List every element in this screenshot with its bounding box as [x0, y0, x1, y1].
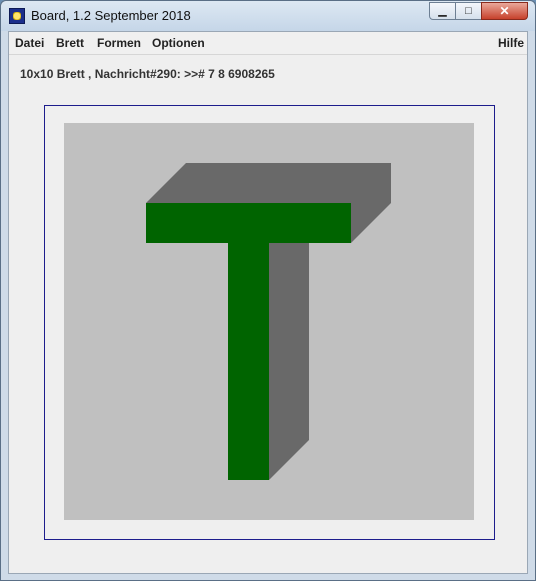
menu-brett[interactable]: Brett [56, 36, 84, 50]
status-message: 10x10 Brett , Nachricht#290: >># 7 8 690… [20, 67, 275, 81]
title-bar[interactable]: Board, 1.2 September 2018 ▁ □ ✕ [1, 1, 535, 31]
menu-formen[interactable]: Formen [97, 36, 141, 50]
menu-datei[interactable]: Datei [15, 36, 44, 50]
t-stem [228, 243, 269, 480]
menu-optionen[interactable]: Optionen [152, 36, 205, 50]
maximize-button[interactable]: □ [455, 2, 482, 20]
minimize-button[interactable]: ▁ [429, 2, 456, 20]
minimize-icon: ▁ [438, 5, 447, 17]
client-area: Datei Brett Formen Optionen Hilfe 10x10 … [8, 31, 528, 574]
app-icon [9, 8, 25, 24]
t-top-bar [146, 203, 351, 243]
board-canvas[interactable] [64, 123, 474, 520]
t-stem-shadow [269, 243, 309, 480]
close-icon: ✕ [499, 4, 510, 18]
close-button[interactable]: ✕ [481, 2, 528, 20]
maximize-icon: □ [465, 5, 472, 17]
app-window: Board, 1.2 September 2018 ▁ □ ✕ Datei Br… [0, 0, 536, 581]
menu-bar: Datei Brett Formen Optionen Hilfe [9, 32, 527, 55]
menu-hilfe[interactable]: Hilfe [498, 36, 524, 50]
window-title: Board, 1.2 September 2018 [31, 8, 191, 23]
